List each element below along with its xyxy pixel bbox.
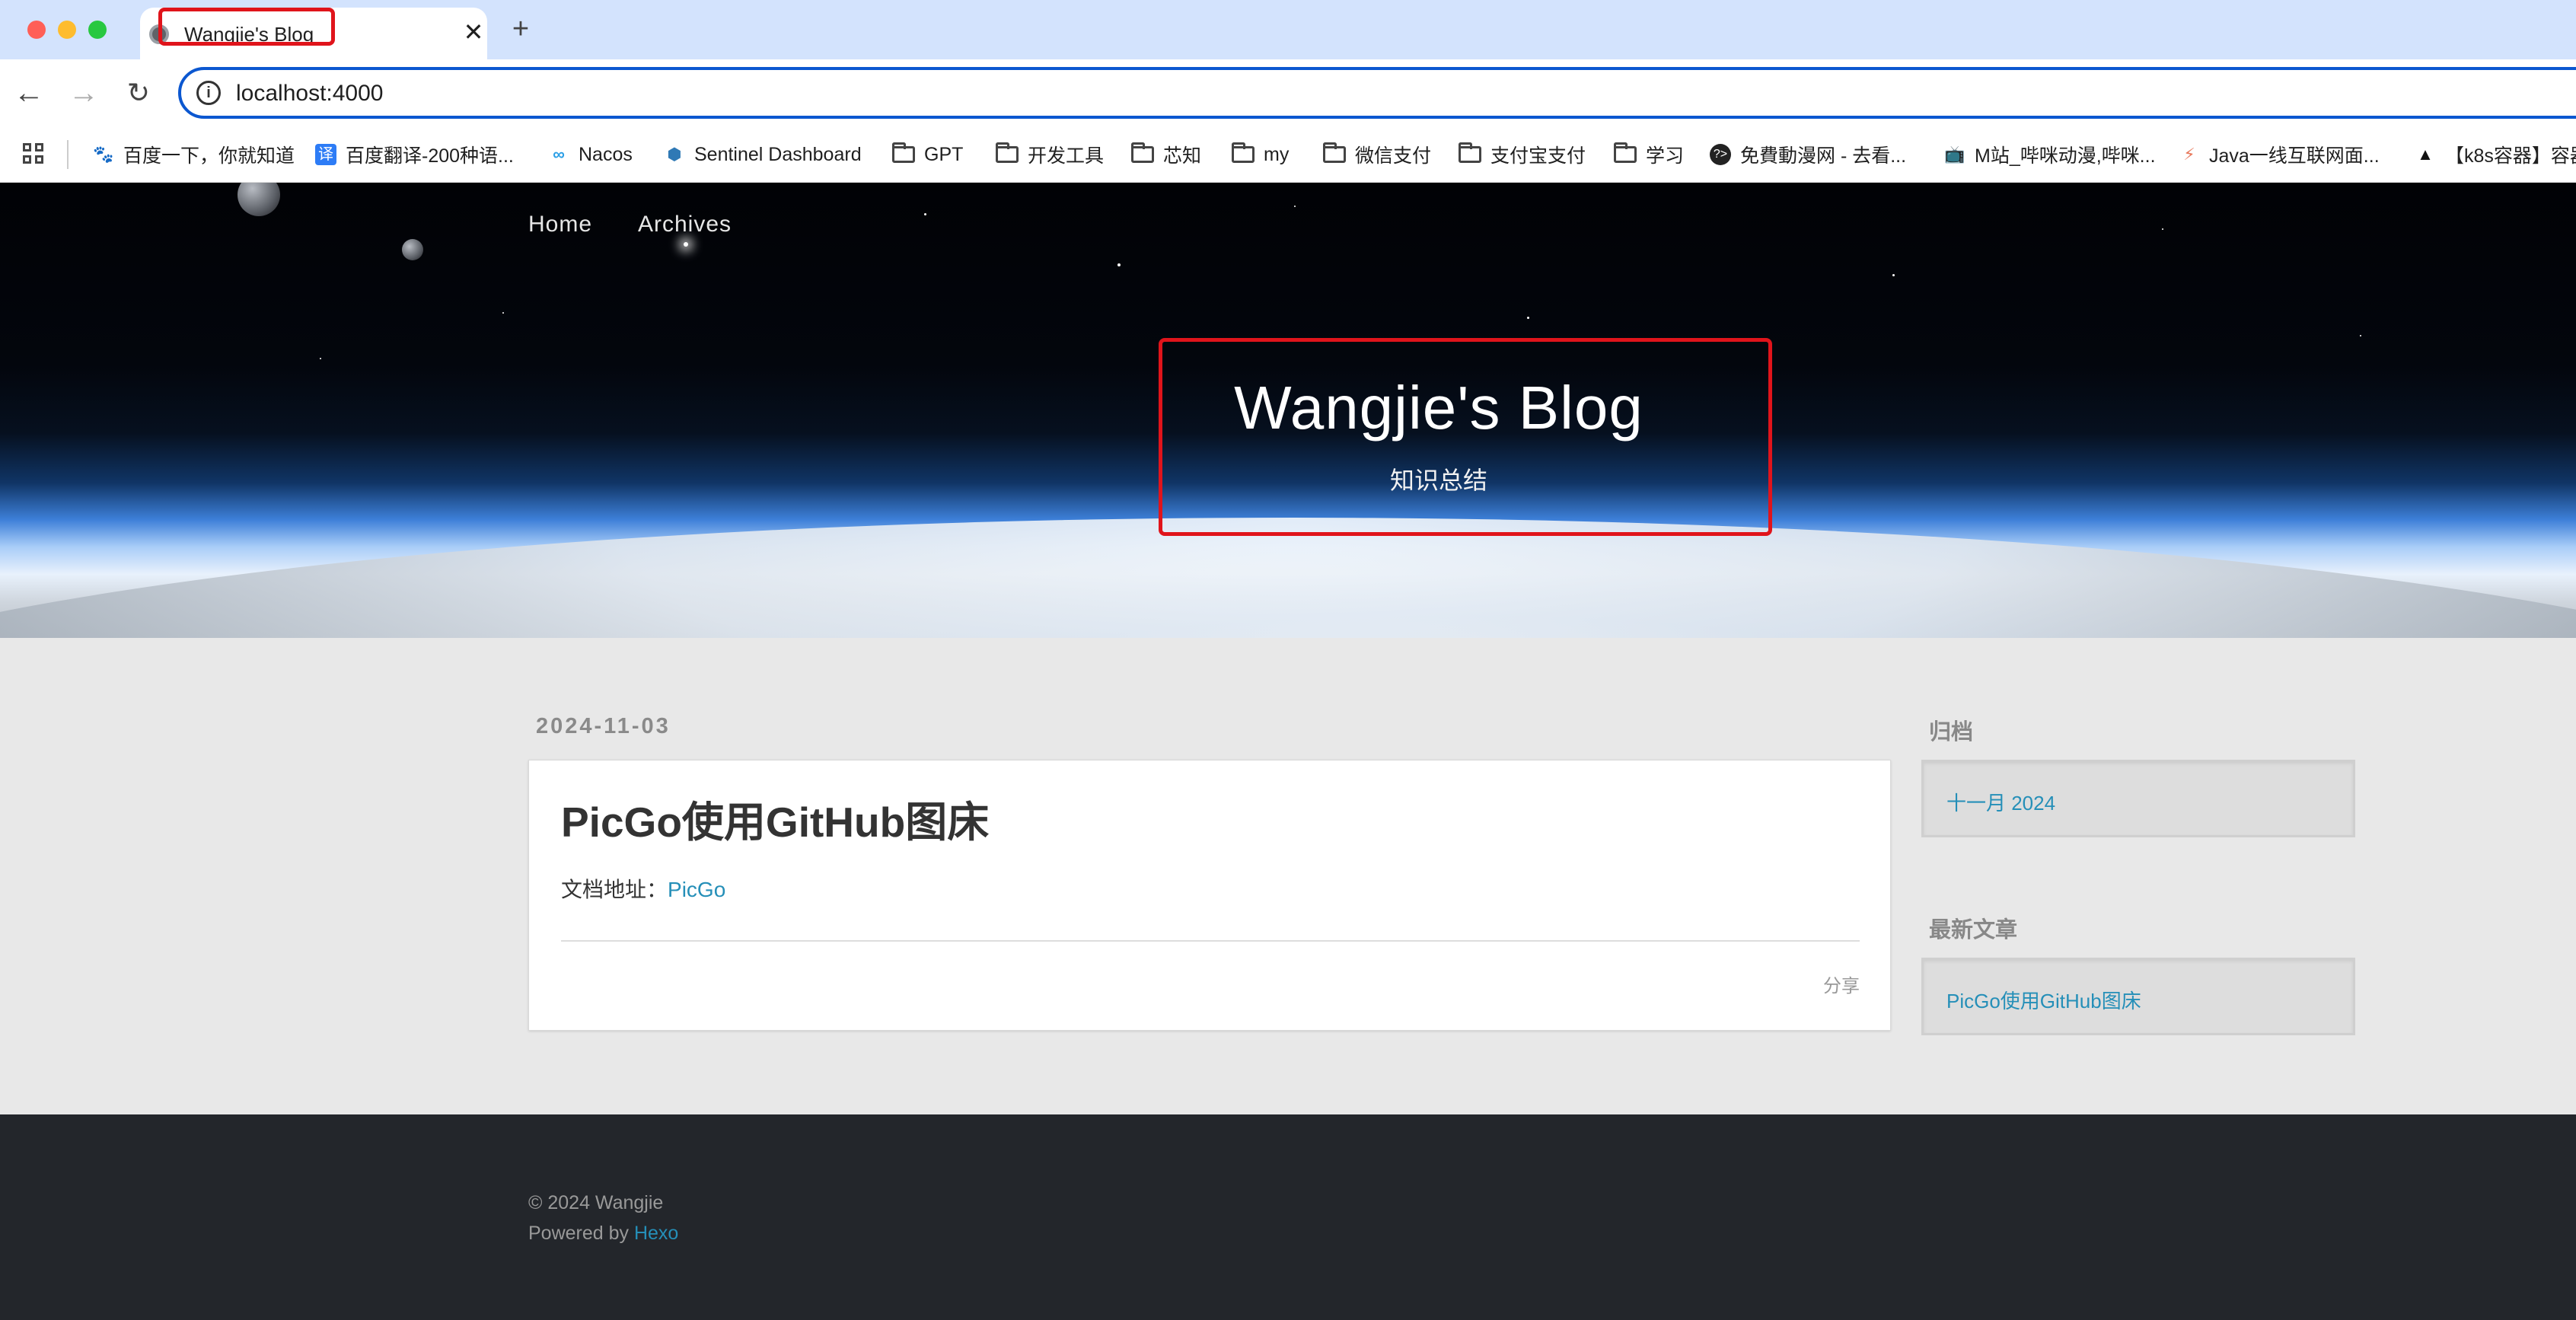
bookmark-sentinel[interactable]: ⬢ Sentinel Dashboard: [664, 139, 862, 171]
url-text[interactable]: localhost:4000: [236, 81, 383, 107]
main-content: 2024-11-03 PicGo使用GitHub图床 文档地址：PicGo 分享…: [0, 638, 2576, 1114]
site-footer: © 2024 Wangjie Powered by Hexo: [0, 1114, 2576, 1320]
folder-icon: [1232, 142, 1255, 163]
bookmark-folder-xinzhi[interactable]: 芯知: [1131, 139, 1201, 171]
close-window-button[interactable]: [27, 21, 46, 39]
reload-icon[interactable]: ↻: [120, 75, 157, 111]
star-decoration: [1892, 274, 1895, 276]
bookmark-label: 【k8s容器】容器: [2445, 145, 2576, 167]
address-bar[interactable]: i localhost:4000: [178, 67, 2576, 119]
star-decoration: [1527, 317, 1529, 319]
bookmark-label: 微信支付: [1355, 145, 1432, 167]
browser-toolbar: ← → ↻ i localhost:4000: [0, 59, 2576, 126]
tab-title-highlight: [158, 8, 335, 46]
star-decoration: [502, 312, 504, 314]
bili-icon: 📺: [1944, 145, 1965, 164]
folder-icon: [1614, 142, 1637, 163]
bookmark-fanyi[interactable]: 译 百度翻译-200种语...: [315, 139, 514, 171]
maximize-window-button[interactable]: [88, 21, 107, 39]
post-date[interactable]: 2024-11-03: [536, 714, 671, 739]
recent-posts-widget-title: 最新文章: [1929, 918, 2018, 942]
star-decoration: [2360, 335, 2361, 336]
bookmark-label: Nacos: [579, 143, 633, 165]
site-info-icon[interactable]: i: [196, 81, 221, 105]
bookmark-label: 百度一下，你就知道: [123, 145, 295, 167]
picgo-doc-link[interactable]: PicGo: [668, 878, 725, 901]
archive-widget: 十一月 2024: [1921, 760, 2355, 837]
folder-icon: [996, 142, 1019, 163]
folder-icon: [1323, 142, 1346, 163]
bookmark-baidu[interactable]: 🐾 百度一下，你就知道: [93, 139, 295, 171]
k8s-icon: ▲: [2417, 145, 2434, 164]
star-decoration: [320, 358, 321, 359]
bookmark-k8s[interactable]: ▲ 【k8s容器】容器: [2415, 139, 2576, 171]
post-title[interactable]: PicGo使用GitHub图床: [561, 788, 989, 849]
star-decoration: [1294, 206, 1296, 207]
bookmark-folder-my[interactable]: my: [1232, 139, 1289, 171]
powered-by-text: Powered by: [528, 1223, 634, 1244]
bookmark-folder-study[interactable]: 学习: [1614, 139, 1684, 171]
post-divider: [561, 940, 1860, 942]
bookmark-label: 百度翻译-200种语...: [346, 145, 514, 167]
footer-powered-by: Powered by Hexo: [528, 1223, 678, 1245]
bookmark-nacos[interactable]: ∞ Nacos: [548, 139, 633, 171]
bookmark-label: GPT: [924, 143, 964, 165]
star-decoration: [684, 242, 688, 247]
star-decoration: [2162, 228, 2163, 230]
archive-month-link[interactable]: 十一月 2024: [1946, 788, 2055, 816]
bookmark-label: 支付宝支付: [1490, 145, 1586, 167]
hexo-link[interactable]: Hexo: [634, 1223, 678, 1244]
nav-home-link[interactable]: Home: [528, 212, 592, 238]
recent-post-link[interactable]: PicGo使用GitHub图床: [1946, 986, 2141, 1014]
post-body-text: 文档地址：: [561, 878, 668, 901]
bookmark-bili[interactable]: 📺 M站_哔咪动漫,哔咪...: [1944, 139, 2156, 171]
nacos-icon: ∞: [553, 145, 565, 164]
apps-grid-icon[interactable]: [23, 143, 46, 166]
star-decoration: [924, 213, 926, 215]
bookmark-label: Java一线互联网面...: [2209, 145, 2380, 167]
hero-banner: Home Archives Wangjie's Blog 知识总结: [0, 183, 2576, 638]
title-highlight-box: [1159, 338, 1772, 536]
moon-decoration: [238, 183, 280, 216]
minimize-window-button[interactable]: [58, 21, 76, 39]
forward-arrow-icon[interactable]: →: [65, 75, 102, 111]
bookmark-folder-alipay[interactable]: 支付宝支付: [1459, 139, 1586, 171]
baidu-icon: 🐾: [93, 145, 114, 164]
bookmark-folder-gpt[interactable]: GPT: [892, 139, 963, 171]
share-link[interactable]: 分享: [1823, 971, 1860, 997]
bookmark-label: Sentinel Dashboard: [694, 143, 862, 165]
post-card: PicGo使用GitHub图床 文档地址：PicGo 分享: [528, 760, 1891, 1031]
bookmarks-bar: 🐾 百度一下，你就知道 译 百度翻译-200种语... ∞ Nacos ⬢ Se…: [0, 126, 2576, 183]
bookmark-label: 开发工具: [1028, 145, 1105, 167]
fanyi-icon: 译: [315, 144, 336, 165]
bookmark-anime[interactable]: ?> 免費動漫网 - 去看...: [1710, 139, 1906, 171]
nav-archives-link[interactable]: Archives: [638, 212, 732, 238]
post-body: 文档地址：PicGo: [561, 873, 725, 904]
bookmark-label: 芯知: [1163, 145, 1202, 167]
bookmark-folder-wechatpay[interactable]: 微信支付: [1323, 139, 1431, 171]
bookmark-label: 免費動漫网 - 去看...: [1740, 145, 1907, 167]
footer-copyright: © 2024 Wangjie: [528, 1192, 664, 1213]
tab-bar: Wangjie's Blog ✕ +: [0, 0, 2576, 59]
star-decoration: [1117, 263, 1121, 266]
folder-icon: [1459, 142, 1481, 163]
sentinel-icon: ⬢: [667, 145, 682, 164]
java-icon: ⚡: [2183, 145, 2195, 164]
anime-icon: ?>: [1710, 144, 1731, 165]
bookmark-label: 学习: [1646, 145, 1685, 167]
new-tab-button[interactable]: +: [505, 14, 536, 44]
bookmark-label: M站_哔咪动漫,哔咪...: [1975, 145, 2156, 167]
bookmark-java[interactable]: ⚡ Java一线互联网面...: [2179, 139, 2380, 171]
moon-decoration: [402, 239, 423, 260]
back-arrow-icon[interactable]: ←: [11, 75, 47, 111]
bookmark-label: my: [1264, 143, 1290, 165]
recent-posts-widget: PicGo使用GitHub图床: [1921, 958, 2355, 1035]
bookmark-folder-devtools[interactable]: 开发工具: [996, 139, 1104, 171]
folder-icon: [1131, 142, 1154, 163]
tab-close-icon[interactable]: ✕: [460, 18, 487, 46]
archive-widget-title: 归档: [1929, 720, 1974, 744]
bookmarks-separator: [67, 140, 69, 169]
folder-icon: [892, 142, 915, 163]
